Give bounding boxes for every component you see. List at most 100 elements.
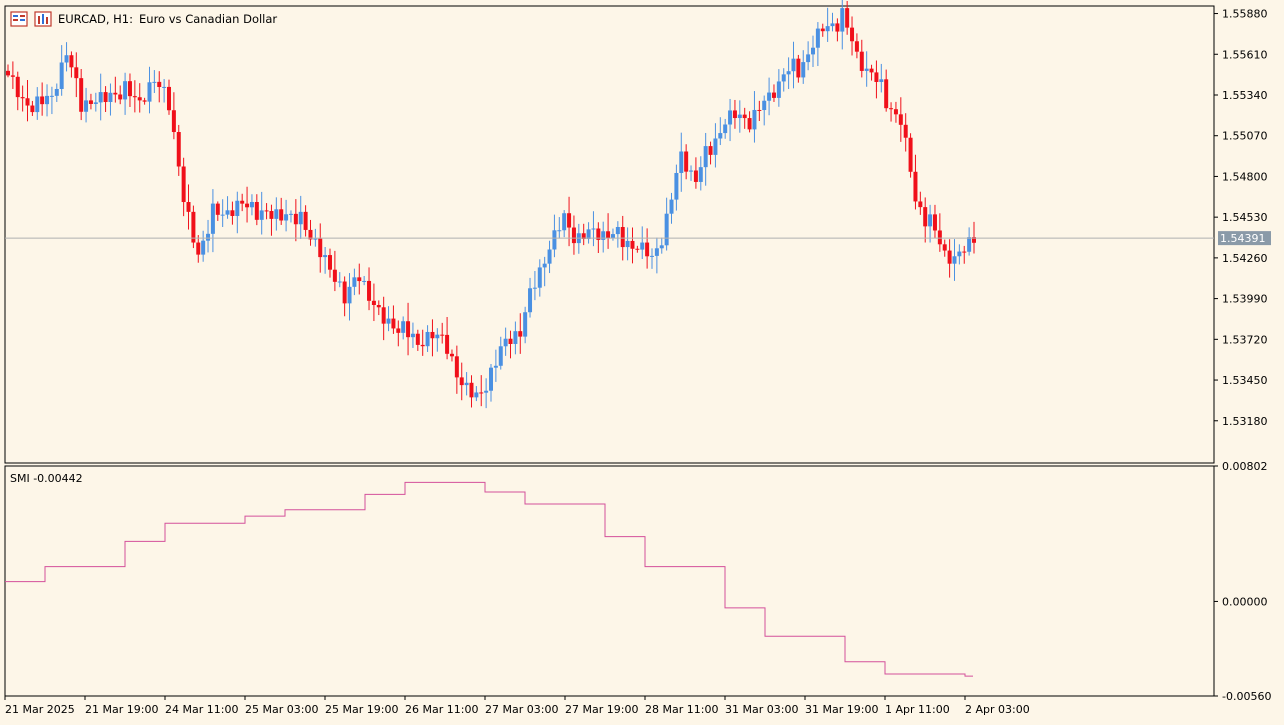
- chart-window-icon[interactable]: [34, 11, 52, 27]
- candle-body: [708, 146, 713, 155]
- candle-body: [493, 365, 498, 368]
- candle-body: [893, 109, 898, 115]
- candle-body: [552, 230, 557, 250]
- candle-body: [489, 367, 493, 391]
- candle-body: [254, 201, 259, 220]
- candle-body: [367, 280, 372, 301]
- candles-group: [6, 0, 976, 409]
- candle-body: [196, 242, 201, 255]
- candle-body: [962, 251, 967, 253]
- candle-body: [108, 92, 113, 103]
- candle-body: [469, 382, 474, 398]
- smi-tick-label: 0.00802: [1222, 460, 1268, 473]
- candle-body: [830, 23, 835, 27]
- candle-body: [967, 237, 972, 252]
- chart-canvas[interactable]: 1.55880 1.55610 1.55340 1.55070 1.54800 1.545…: [0, 0, 1284, 725]
- candle-body: [503, 338, 508, 347]
- candle-body: [747, 118, 752, 130]
- window-list-icon[interactable]: [10, 11, 28, 27]
- candle-body: [684, 151, 689, 172]
- candle-body: [98, 92, 103, 103]
- candle-body: [123, 81, 128, 100]
- candle-body: [532, 287, 537, 289]
- candle-body: [25, 98, 30, 106]
- candle-body: [713, 138, 718, 155]
- candle-body: [113, 92, 118, 95]
- candle-body: [723, 124, 728, 134]
- candle-body: [171, 110, 176, 133]
- candle-body: [440, 334, 445, 336]
- candle-body: [318, 238, 323, 258]
- candle-body: [703, 146, 708, 168]
- candle-body: [718, 133, 723, 139]
- candle-body: [210, 203, 215, 234]
- price-tick-label: 1.53990: [1222, 293, 1268, 306]
- time-tick-label: 31 Mar 03:00: [725, 703, 798, 716]
- candle-body: [396, 328, 401, 333]
- candle-body: [698, 167, 703, 182]
- candle-body: [259, 210, 264, 220]
- candle-body: [835, 23, 840, 32]
- candle-body: [640, 242, 645, 250]
- candle-body: [732, 110, 737, 119]
- candle-body: [64, 55, 69, 63]
- time-tick-label: 1 Apr 11:00: [885, 703, 950, 716]
- candle-body: [791, 58, 796, 72]
- candle-body: [815, 28, 820, 48]
- candle-body: [908, 137, 913, 172]
- candle-body: [84, 100, 89, 112]
- candle-body: [410, 333, 415, 338]
- smi-indicator-label: SMI -0.00442: [10, 472, 83, 485]
- candle-body: [771, 92, 776, 98]
- candle-body: [947, 250, 952, 264]
- current-price-label: 1.54391: [1220, 232, 1266, 245]
- candle-body: [132, 96, 137, 98]
- candle-body: [859, 51, 864, 71]
- candle-body: [357, 277, 362, 282]
- candle-body: [898, 114, 903, 125]
- candle-body: [59, 62, 64, 89]
- candle-body: [884, 79, 889, 109]
- candle-body: [10, 75, 15, 77]
- candle-body: [850, 27, 855, 42]
- candle-body: [40, 96, 45, 105]
- time-tick-label: 27 Mar 19:00: [565, 703, 638, 716]
- candle-body: [167, 86, 171, 111]
- candle-body: [401, 321, 406, 333]
- candle-body: [650, 255, 654, 257]
- candle-body: [142, 100, 147, 102]
- candle-body: [811, 47, 815, 55]
- candle-body: [913, 171, 918, 202]
- time-tick-label: 31 Mar 19:00: [805, 703, 878, 716]
- candle-body: [757, 109, 762, 111]
- candle-body: [620, 227, 625, 248]
- candle-body: [776, 81, 781, 98]
- candle-body: [889, 108, 894, 110]
- candle-body: [269, 211, 274, 219]
- candle-body: [762, 100, 767, 111]
- candle-body: [201, 240, 206, 255]
- candle-body: [567, 213, 572, 228]
- time-tick-label: 26 Mar 11:00: [405, 703, 478, 716]
- candle-body: [381, 307, 386, 324]
- candle-body: [162, 86, 167, 88]
- candle-body: [54, 88, 59, 96]
- candle-body: [806, 54, 811, 63]
- candle-body: [206, 233, 211, 241]
- candle-body: [625, 240, 630, 248]
- candle-body: [288, 213, 293, 215]
- candle-body: [118, 94, 123, 100]
- candle-body: [571, 227, 576, 244]
- chart-header: EURCAD, H1: Euro vs Canadian Dollar: [10, 10, 277, 28]
- candle-body: [508, 338, 513, 344]
- candle-body: [79, 78, 84, 112]
- candle-body: [264, 210, 269, 212]
- candle-body: [479, 392, 484, 394]
- price-tick-label: 1.54530: [1222, 211, 1268, 224]
- candle-body: [249, 201, 254, 208]
- candle-body: [923, 207, 928, 227]
- candle-body: [181, 166, 186, 203]
- time-tick-label: 21 Mar 19:00: [85, 703, 158, 716]
- chart-description: Euro vs Canadian Dollar: [139, 12, 278, 26]
- candle-body: [230, 210, 235, 216]
